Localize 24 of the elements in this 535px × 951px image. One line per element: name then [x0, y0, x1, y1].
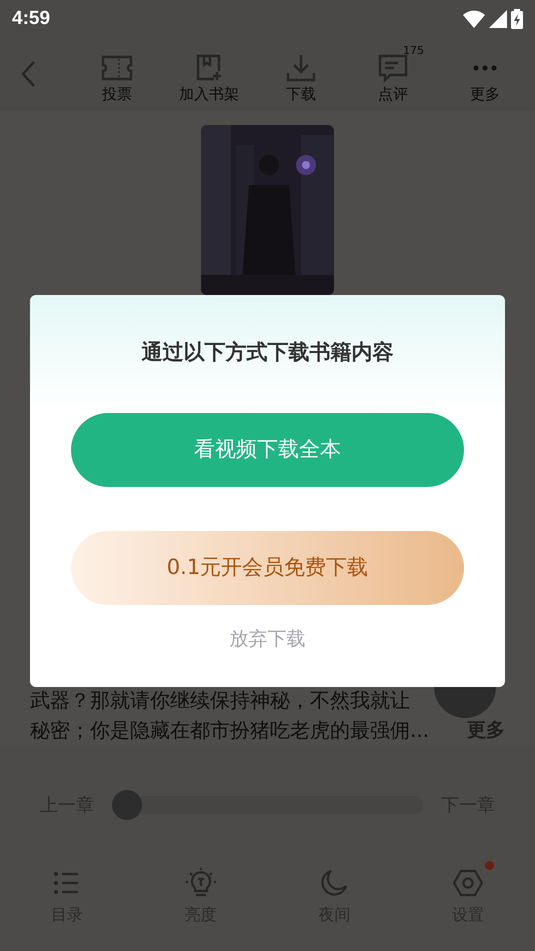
wifi-icon	[463, 10, 485, 28]
battery-icon	[511, 9, 523, 29]
watch-video-button[interactable]: 看视频下载全本	[71, 412, 464, 486]
signal-icon	[489, 10, 507, 28]
cancel-link[interactable]: 放弃下载	[230, 624, 306, 653]
chapter-slider[interactable]	[112, 790, 423, 820]
settings-icon	[452, 867, 484, 899]
dialog-title: 通过以下方式下载书籍内容	[142, 339, 394, 366]
toolbar-button[interactable]: 更多	[439, 44, 531, 104]
status-time: 4:59	[12, 6, 50, 31]
back-icon	[20, 60, 36, 88]
toolbar-button[interactable]: 点评 175	[347, 44, 439, 104]
review-count: 175	[403, 44, 424, 56]
lightbulb-icon	[184, 867, 217, 899]
description-line: 武器？那就请你继续保持神秘，不然我就让	[30, 687, 410, 714]
download-icon	[284, 52, 318, 83]
more-icon	[473, 64, 497, 71]
toolbar-button[interactable]: 投票	[71, 44, 163, 104]
toolbar-button[interactable]: 下载	[255, 44, 347, 104]
description-line: 秘密；你是隐藏在都市扮猪吃老虎的最强佣...	[30, 717, 430, 744]
comment-icon	[376, 52, 410, 83]
vip-download-button[interactable]: 0.1元开会员免费下载	[71, 530, 464, 604]
slider-thumb[interactable]	[112, 790, 142, 820]
toolbar-button[interactable]: 加入书架	[163, 44, 255, 104]
